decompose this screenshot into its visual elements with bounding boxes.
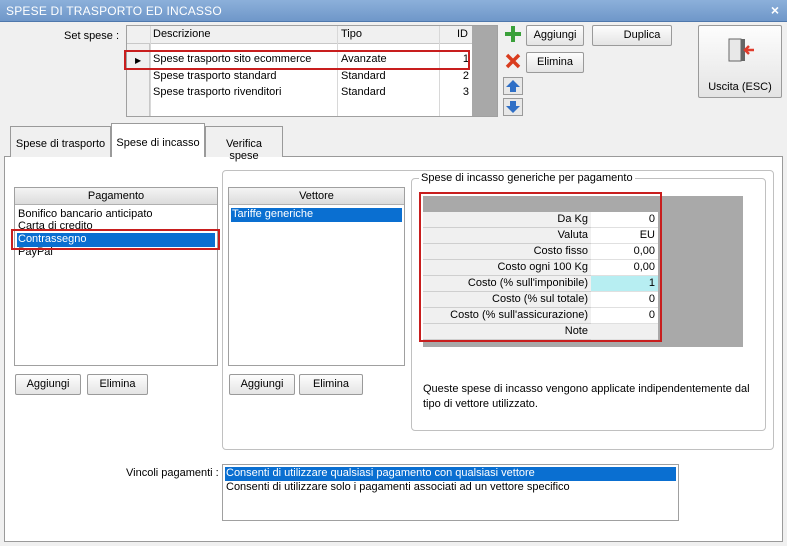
incasso-note: Queste spese di incasso vengono applicat… xyxy=(423,383,750,410)
exit-label: Uscita (ESC) xyxy=(708,81,772,93)
exit-door-icon xyxy=(728,38,754,62)
move-down-button[interactable] xyxy=(503,98,523,116)
column-id[interactable]: ID xyxy=(457,28,468,40)
arrow-down-icon xyxy=(506,101,520,113)
table-row[interactable]: Spese trasporto standard Standard 2 xyxy=(150,69,472,85)
add-payment-button[interactable]: Aggiungi xyxy=(15,374,81,395)
set-spese-label: Set spese : xyxy=(64,30,120,42)
vincoli-label: Vincoli pagamenti : xyxy=(126,467,219,479)
exit-button[interactable]: Uscita (ESC) xyxy=(698,25,782,98)
tab-spese-di-trasporto[interactable]: Spese di trasporto xyxy=(10,126,111,157)
selected-payment-highlight xyxy=(11,229,220,250)
delete-payment-button[interactable]: Elimina xyxy=(87,374,148,395)
list-item[interactable]: Consenti di utilizzare qualsiasi pagamen… xyxy=(225,467,676,481)
delete-x-icon xyxy=(505,53,521,69)
close-icon[interactable]: × xyxy=(771,2,779,18)
tab-verifica-spese[interactable]: Verifica spese xyxy=(205,126,283,162)
property-grid-highlight xyxy=(419,192,662,342)
title-bar: SPESE DI TRASPORTO ED INCASSO × xyxy=(0,0,787,22)
plus-icon xyxy=(505,26,521,42)
column-tipo[interactable]: Tipo xyxy=(341,28,362,40)
list-item[interactable]: Consenti di utilizzare solo i pagamenti … xyxy=(225,481,676,495)
pagamento-header: Pagamento xyxy=(15,188,217,205)
vincoli-list[interactable]: Consenti di utilizzare qualsiasi pagamen… xyxy=(222,464,679,521)
grid-scroll-area xyxy=(472,26,497,116)
pagamento-list[interactable]: Pagamento Bonifico bancario anticipato C… xyxy=(14,187,218,366)
arrow-up-icon xyxy=(506,80,520,92)
grid-header: Descrizione Tipo ID xyxy=(127,26,497,44)
tab-spese-di-incasso[interactable]: Spese di incasso xyxy=(111,123,205,157)
selected-row-highlight xyxy=(124,50,470,70)
add-set-button[interactable]: Aggiungi xyxy=(504,25,584,46)
move-up-button[interactable] xyxy=(503,77,523,95)
duplicate-set-button[interactable]: Duplica xyxy=(592,25,672,46)
set-spese-grid[interactable]: Descrizione Tipo ID ▶ Spese trasporto si… xyxy=(126,25,498,117)
incasso-group-title: Spese di incasso generiche per pagamento xyxy=(419,172,635,184)
column-descrizione[interactable]: Descrizione xyxy=(153,28,210,40)
table-row[interactable]: Spese trasporto rivenditori Standard 3 xyxy=(150,85,472,101)
delete-set-button[interactable]: Elimina xyxy=(504,52,584,73)
window-title: SPESE DI TRASPORTO ED INCASSO xyxy=(6,4,222,18)
